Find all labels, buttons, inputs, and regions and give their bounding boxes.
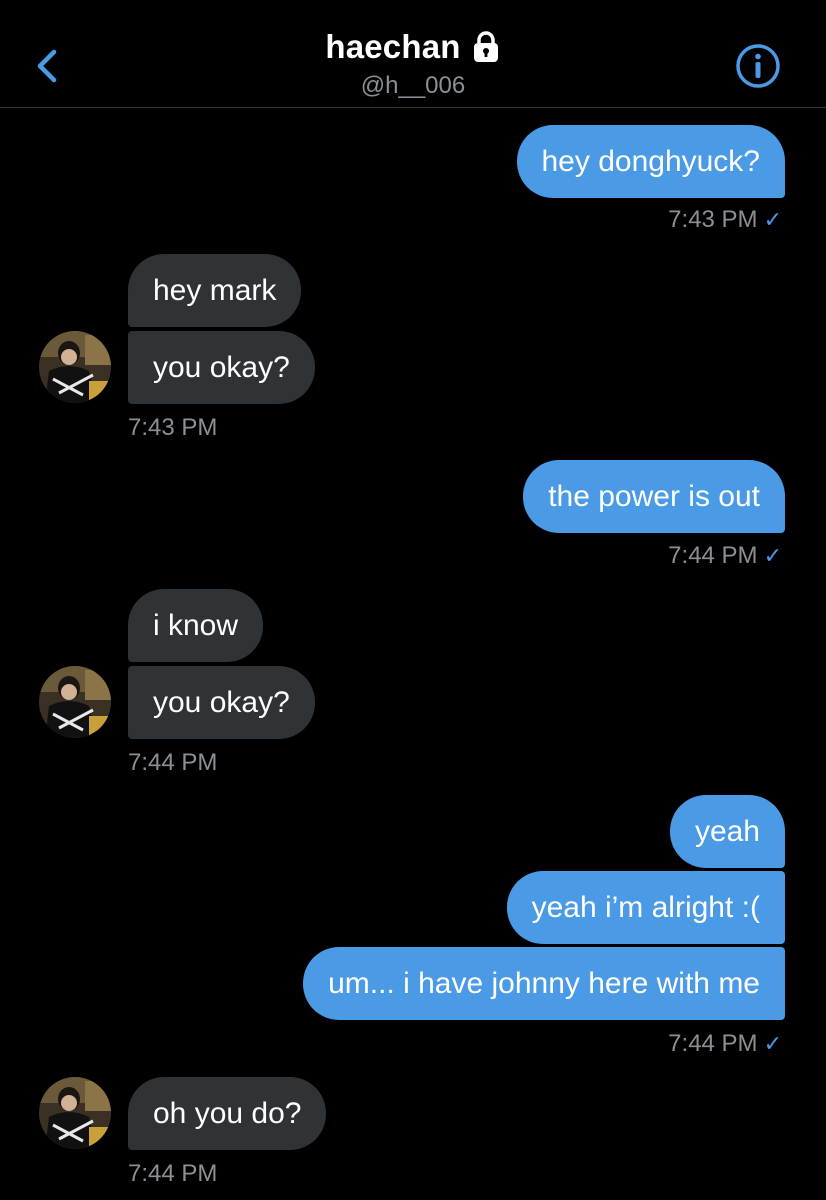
conversation-title: haechan xyxy=(325,28,461,65)
check-icon: ✓ xyxy=(763,207,782,232)
info-icon xyxy=(736,44,780,88)
message-bubble-incoming[interactable]: you okay? xyxy=(128,331,315,404)
timestamp-text: 7:43 PM xyxy=(668,206,758,233)
check-icon: ✓ xyxy=(763,543,782,568)
timestamp: 7:44 PM xyxy=(128,749,218,776)
message-bubble-incoming[interactable]: i know xyxy=(128,589,264,662)
timestamp-text: 7:44 PM xyxy=(668,542,758,569)
avatar[interactable] xyxy=(39,1077,111,1149)
timestamp-text: 7:44 PM xyxy=(668,1030,758,1057)
timestamp: 7:44 PM xyxy=(128,1160,218,1187)
avatar-image xyxy=(39,331,111,403)
message-bubble-incoming[interactable]: hey mark xyxy=(128,254,302,327)
avatar-image xyxy=(39,1077,111,1149)
avatar[interactable] xyxy=(39,666,111,738)
message-bubble-outgoing[interactable]: yeah xyxy=(669,795,785,868)
timestamp: 7:43 PM xyxy=(128,414,218,441)
user-handle: @h__006 xyxy=(360,72,466,99)
avatar-image xyxy=(39,666,111,738)
lock-icon xyxy=(473,31,498,62)
timestamp: 7:44 PM ✓ xyxy=(668,1030,782,1058)
message-bubble-outgoing[interactable]: um... i have johnny here with me xyxy=(303,947,785,1020)
message-bubble-outgoing[interactable]: yeah i’m alright :( xyxy=(506,871,785,944)
message-bubble-outgoing[interactable]: hey donghyuck? xyxy=(516,125,785,198)
timestamp: 7:43 PM ✓ xyxy=(668,206,782,234)
conversation-header: haechan @h__006 xyxy=(0,0,826,108)
timestamp: 7:44 PM ✓ xyxy=(668,542,782,570)
message-bubble-incoming[interactable]: oh you do? xyxy=(128,1077,327,1150)
title-block[interactable]: haechan @h__006 xyxy=(0,28,826,100)
message-bubble-incoming[interactable]: you okay? xyxy=(128,666,315,739)
check-icon: ✓ xyxy=(763,1031,782,1056)
message-bubble-outgoing[interactable]: the power is out xyxy=(523,460,785,533)
info-button[interactable] xyxy=(734,42,782,90)
avatar[interactable] xyxy=(39,331,111,403)
